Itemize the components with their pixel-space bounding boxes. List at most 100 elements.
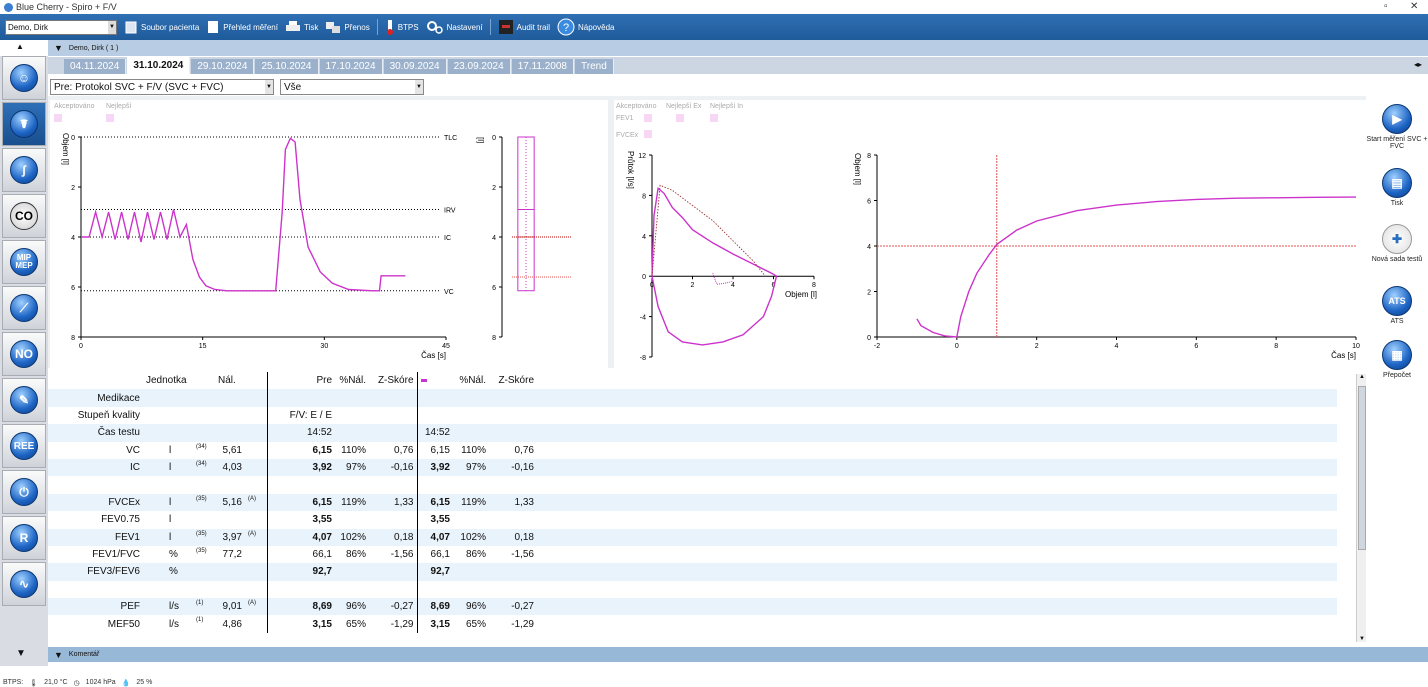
transfer-button[interactable]: Přenos <box>325 20 370 34</box>
chevron-down-icon[interactable]: ▼ <box>415 80 423 94</box>
module-power-button[interactable]: ⏻ <box>2 470 46 514</box>
tab-6[interactable]: 23.09.2024 <box>447 59 511 74</box>
tab-1[interactable]: 31.10.2024 <box>127 57 191 74</box>
table-row[interactable]: PEF l/s (1) 9,01 (A) 8,69 96% -0,27 8,69 96% -0,27 <box>48 598 1337 616</box>
row-flag <box>245 406 268 425</box>
recalculate-button[interactable]: ▦ Přepočet <box>1366 340 1428 379</box>
module-syringe-button[interactable]: ✎ <box>2 378 46 422</box>
module-patient-button[interactable]: ☺ <box>2 56 46 100</box>
row-label: PEF <box>48 598 143 616</box>
patient-select[interactable]: Demo, Dirk ▼ <box>5 19 117 35</box>
table-row[interactable] <box>48 476 1337 494</box>
module-mip-mep-button[interactable]: MIP MEP <box>2 240 46 284</box>
table-row[interactable]: IC l (34) 4,03 3,92 97% -0,16 3,92 97% -0,16 <box>48 458 1337 477</box>
legend-swatch[interactable] <box>710 114 718 122</box>
scroll-down-icon[interactable]: ▼ <box>16 648 26 659</box>
legend-best-swatch[interactable] <box>106 114 114 122</box>
vt-y-tick-label: 6 <box>867 199 871 206</box>
row-pct: 110% <box>341 444 366 456</box>
new-test-set-button[interactable]: ✚ Nová sada testů <box>1366 224 1428 263</box>
print-report-button[interactable]: ▤ Tisk <box>1366 168 1428 207</box>
ats-button[interactable]: ATS ATS <box>1366 286 1428 325</box>
legend-swatch[interactable] <box>676 114 684 122</box>
tab-0[interactable]: 04.11.2024 <box>64 59 127 74</box>
tab-scroll-icon[interactable]: ◂▸ <box>1414 60 1422 69</box>
patient-subheader[interactable]: ▼ Demo, Dirk ( 1 ) <box>48 40 1428 56</box>
scroll-up-icon[interactable]: ▲ <box>16 42 24 51</box>
scrollbar-thumb[interactable] <box>1358 386 1366 550</box>
table-scrollbar[interactable]: ▲ ▼ <box>1356 374 1366 642</box>
module-trend-button[interactable]: ∿ <box>2 562 46 606</box>
collapse-icon[interactable]: ▼ <box>54 650 63 660</box>
table-row[interactable]: MEF50 l/s (1) 4,86 3,15 65% -1,29 3,15 65% -1,29 <box>48 615 1337 633</box>
comment-bar[interactable]: ▼ Komentář <box>48 647 1428 662</box>
table-row[interactable]: FVCEx l (35) 5,16 (A) 6,15 119% 1,33 6,15 119% 1,3… <box>48 493 1337 512</box>
module-line-button[interactable]: ⟋ <box>2 286 46 330</box>
row-ref: 5,16 <box>215 493 245 512</box>
table-row[interactable]: VC l (34) 5,61 6,15 110% 0,76 6,15 110% 0,76 <box>48 441 1337 459</box>
tab-8[interactable]: Trend <box>575 59 614 74</box>
table-row[interactable]: FEV3/FEV6% 92,7 92,7 <box>48 563 1337 581</box>
row-best: 6,15 <box>417 493 453 512</box>
scope-select[interactable]: Vše ▼ <box>280 79 424 95</box>
protocol-select[interactable]: Pre: Protokol SVC + F/V (SVC + FVC) ▼ <box>50 79 274 95</box>
close-icon[interactable]: ✕ <box>1410 1 1418 12</box>
legend-swatch[interactable] <box>644 130 652 138</box>
table-row[interactable]: Stupeň kvality F/V: E / E <box>48 406 1337 425</box>
row-note: (1) <box>196 617 204 624</box>
status-bar: BTPS: 🌡 21,0 °C ◷ 1024 hPa 💧 25 % <box>0 678 1428 687</box>
audit-icon <box>498 20 513 34</box>
row-z <box>369 389 418 407</box>
vt-x-tick-label: 0 <box>955 343 959 350</box>
module-spiro-button[interactable]: ☤ <box>2 102 46 146</box>
row-pre: 66,1 <box>312 549 332 561</box>
measurement-overview-button[interactable]: Přehled měření <box>206 20 278 34</box>
table-row[interactable]: Medikace <box>48 389 1337 407</box>
patient-file-button[interactable]: Soubor pacienta <box>124 20 199 34</box>
fv-x-tick-label: 2 <box>691 282 695 289</box>
print-button[interactable]: Tisk <box>285 20 318 34</box>
tab-7[interactable]: 17.11.2008 <box>511 59 574 74</box>
x-axis-label: Čas [s] <box>421 351 446 360</box>
tab-2[interactable]: 29.10.2024 <box>191 59 255 74</box>
col-note <box>193 372 215 390</box>
x-tick-label: 30 <box>320 343 328 350</box>
module-co-button[interactable]: CO <box>2 194 46 238</box>
tab-3[interactable]: 25.10.2024 <box>255 59 319 74</box>
help-button[interactable]: ? Nápověda <box>557 18 614 36</box>
row-filler <box>537 598 1337 616</box>
module-no-button[interactable]: NO <box>2 332 46 376</box>
toolbar-divider <box>489 19 491 35</box>
table-row[interactable]: FEV0.75 l 3,55 3,55 <box>48 511 1337 529</box>
transfer-icon <box>326 22 341 33</box>
thermometer-icon <box>386 20 393 35</box>
chevron-down-icon[interactable]: ▼ <box>108 20 116 34</box>
ree-label: REE <box>13 440 35 452</box>
module-resistance-button[interactable]: R <box>2 516 46 560</box>
collapse-icon[interactable]: ▼ <box>54 43 63 53</box>
table-row[interactable]: FEV1/FVC% (35) 77,2 66,1 86% -1,56 66,1 86% -1,5… <box>48 545 1337 564</box>
audit-trail-button[interactable]: Audit trail <box>498 19 550 35</box>
fv-marker <box>712 272 734 285</box>
btps-button[interactable]: BTPS <box>385 19 419 35</box>
legend-accepted-swatch[interactable] <box>54 114 62 122</box>
restore-icon[interactable]: ▫ <box>1384 1 1388 12</box>
row-filler <box>537 528 1337 546</box>
legend-swatch[interactable] <box>644 114 652 122</box>
table-row[interactable]: FEV1 l (35) 3,97 (A) 4,07 102% 0,18 4,07 102% 0,18 <box>48 528 1337 546</box>
table-row[interactable] <box>48 580 1337 599</box>
settings-button[interactable]: Nastavení <box>426 20 483 34</box>
vt-y-tick-label: 2 <box>867 290 871 297</box>
row-best-pct: 119% <box>453 493 489 512</box>
tab-5[interactable]: 30.09.2024 <box>383 59 447 74</box>
scroll-down-arrow-icon[interactable]: ▼ <box>1359 636 1365 642</box>
module-ree-button[interactable]: REE <box>2 424 46 468</box>
start-measurement-button[interactable]: ▶ Start měření SVC + FVC <box>1366 104 1428 150</box>
tab-4[interactable]: 17.10.2024 <box>319 59 383 74</box>
module-flow-button[interactable]: ∫ <box>2 148 46 192</box>
scroll-up-arrow-icon[interactable]: ▲ <box>1359 374 1365 380</box>
col-best-pct: %Nál. <box>453 372 489 390</box>
chevron-down-icon[interactable]: ▼ <box>265 80 273 94</box>
fv-loop-Ex <box>651 186 777 277</box>
table-row[interactable]: Čas testu 14:52 14:52 <box>48 424 1337 442</box>
